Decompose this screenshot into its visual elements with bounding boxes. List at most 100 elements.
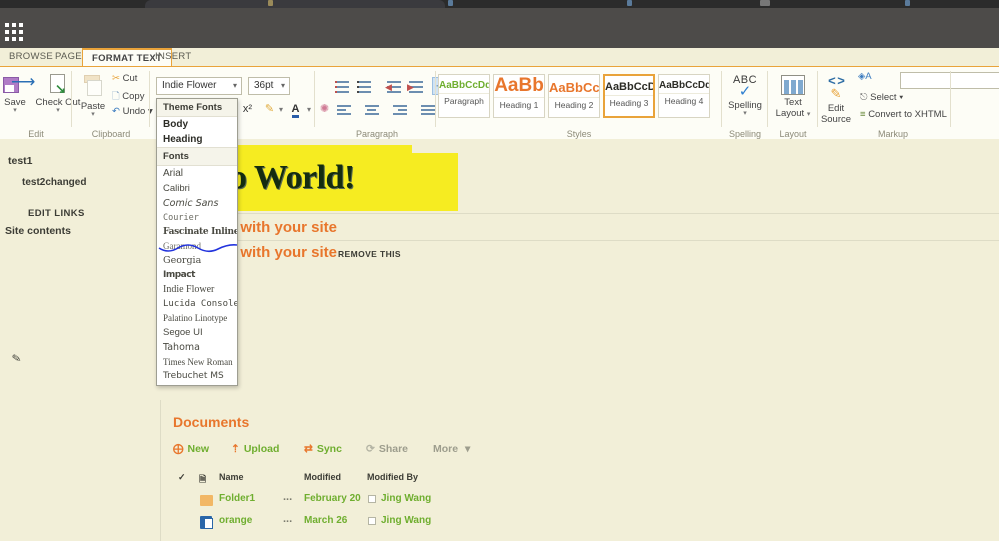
cursor-icon: ⎋ — [860, 92, 868, 103]
upload-arrow-icon: ⇡ — [231, 443, 240, 455]
justify-button[interactable] — [416, 100, 436, 118]
tab-favicon — [268, 0, 273, 6]
font-size-combobox[interactable]: 36pt ▾ — [248, 77, 290, 95]
group-label-styles: Styles — [566, 129, 592, 139]
group-label-layout: Layout — [779, 129, 807, 139]
new-document-button[interactable]: ⨁ New — [173, 443, 209, 455]
font-color-dropdown[interactable]: ▾ — [305, 99, 313, 118]
table-row[interactable]: Folder1 ... February 20 Jing Wang — [161, 491, 999, 514]
waffle-grid-icon[interactable] — [5, 23, 25, 43]
row-ellipsis-menu[interactable]: ... — [283, 513, 292, 525]
font-option-times-new-roman[interactable]: Times New Roman — [157, 355, 237, 369]
table-row[interactable]: orange ... March 26 Jing Wang — [161, 513, 999, 536]
share-button[interactable]: ⟳ Share — [366, 443, 408, 455]
upload-button[interactable]: ⇡ Upload — [231, 443, 279, 455]
font-option-georgia[interactable]: Georgia — [157, 253, 237, 268]
select-all-checkmark[interactable]: ✓ — [178, 472, 186, 483]
sidebar-item-test2changed[interactable]: test2changed — [22, 177, 86, 188]
copy-button[interactable]: 🗋 Copy — [112, 89, 144, 105]
excel-file-icon — [200, 516, 213, 529]
spellcheck-icon: ABC ✓ — [732, 74, 758, 100]
font-family-dropdown-menu[interactable]: Theme Fonts Body Heading Fonts Arial Cal… — [156, 98, 238, 386]
align-center-button[interactable] — [360, 100, 380, 118]
chevron-down-icon[interactable]: ▾ — [899, 92, 903, 103]
superscript-button[interactable]: x² — [238, 99, 257, 118]
browser-tab[interactable] — [145, 0, 445, 8]
group-label-edit: Edit — [28, 129, 44, 139]
chevron-down-icon[interactable]: ▾ — [0, 107, 34, 114]
font-option-comic-sans[interactable]: Comic Sans — [157, 196, 237, 211]
font-option-heading[interactable]: Heading — [157, 132, 237, 147]
font-option-tahoma[interactable]: Tahoma — [157, 340, 237, 355]
style-paragraph[interactable]: AaBbCcDdI Paragraph — [438, 74, 490, 118]
font-color-button[interactable]: A — [286, 99, 305, 118]
bulleted-list-button[interactable] — [332, 77, 352, 95]
sidebar-item-site-contents[interactable]: Site contents — [5, 225, 71, 237]
font-option-fascinate-inline[interactable]: Fascinate Inline — [157, 225, 237, 239]
font-family-combobox[interactable]: Indie Flower ▾ — [156, 77, 242, 95]
cell-name[interactable]: orange — [219, 515, 252, 526]
convert-label: Convert to XHTML — [868, 109, 947, 120]
row-ellipsis-menu[interactable]: ... — [283, 491, 292, 503]
more-button[interactable]: More ▾ — [433, 443, 470, 455]
font-option-segoe-ui[interactable]: Segoe UI — [157, 325, 237, 340]
promo-text-2: l with your site — [232, 244, 338, 261]
cell-name[interactable]: Folder1 — [219, 493, 255, 504]
sharepoint-edit-page: BROWSE PAGE FORMAT TEXT INSERT ⟶ Save ▾ … — [0, 0, 999, 541]
style-heading-2[interactable]: AaBbCc Heading 2 — [548, 74, 600, 118]
font-option-impact[interactable]: Impact — [157, 268, 237, 282]
promo-text-1: l with your site — [232, 219, 338, 236]
chevron-down-icon[interactable]: ▾ — [72, 111, 114, 118]
style-heading-3[interactable]: AaBbCcDd Heading 3 — [603, 74, 655, 118]
tab-insert[interactable]: INSERT — [146, 48, 200, 66]
paste-button[interactable]: Paste ▾ — [72, 75, 114, 118]
column-header-name[interactable]: Name — [219, 472, 244, 482]
cell-modified-by[interactable]: Jing Wang — [381, 515, 431, 526]
chevron-down-icon[interactable]: ▾ — [724, 110, 766, 117]
sync-button[interactable]: ⇄ Sync — [304, 443, 342, 455]
edit-source-button[interactable]: < > ✎ Edit Source — [814, 73, 858, 125]
cell-modified-by[interactable]: Jing Wang — [381, 493, 431, 504]
font-option-palatino-linotype[interactable]: Palatino Linotype — [157, 311, 237, 325]
decrease-indent-button[interactable]: ◀ — [382, 77, 402, 95]
align-right-button[interactable] — [388, 100, 408, 118]
cell-modified: February 20 — [304, 493, 361, 504]
ribbon-body: ⟶ Save ▾ ↘ Check Out ▾ Edit Paste ▾ ✂ Cu… — [0, 66, 999, 139]
chevron-down-icon[interactable]: ▾ — [807, 111, 811, 118]
cut-button[interactable]: ✂ Cut — [112, 73, 137, 84]
highlighter-icon: ✎ — [264, 103, 275, 115]
chevron-down-icon[interactable]: ▾ — [233, 78, 237, 94]
font-option-calibri[interactable]: Calibri — [157, 181, 237, 196]
style-heading-1[interactable]: AaBb Heading 1 — [493, 74, 545, 118]
convert-xhtml-button[interactable]: ≡ Convert to XHTML — [860, 109, 947, 120]
edit-source-icon: < > ✎ — [828, 73, 845, 101]
copy-label: Copy — [122, 91, 145, 102]
font-option-indie-flower[interactable]: Indie Flower — [157, 282, 237, 297]
column-header-modified-by[interactable]: Modified By — [367, 472, 418, 482]
save-button[interactable]: ⟶ Save ▾ — [0, 73, 35, 114]
column-header-modified[interactable]: Modified — [304, 472, 341, 482]
highlight-dropdown[interactable]: ▾ — [277, 99, 285, 118]
select-button[interactable]: ⎋ Select ▾ — [860, 92, 903, 103]
spelling-button[interactable]: ABC ✓ Spelling ▾ — [724, 74, 766, 118]
undo-icon: ↶ — [112, 106, 120, 117]
text-layout-button[interactable]: Text Layout ▾ — [772, 75, 814, 119]
chevron-down-icon[interactable]: ▾ — [281, 78, 285, 94]
sidebar-item-test1[interactable]: test1 — [8, 155, 33, 167]
style-preview: AaBb — [494, 76, 544, 96]
row-checkbox[interactable] — [368, 517, 376, 525]
remove-this-button[interactable]: REMOVE THIS — [338, 249, 401, 259]
font-option-courier[interactable]: Courier — [157, 211, 237, 225]
markup-styles-icon[interactable]: ◈A — [858, 71, 872, 82]
numbered-list-button[interactable] — [354, 77, 374, 95]
row-checkbox[interactable] — [368, 495, 376, 503]
font-option-arial[interactable]: Arial — [157, 166, 237, 181]
edit-links-button[interactable]: EDIT LINKS — [28, 208, 85, 219]
font-option-trebuchet-ms[interactable]: Trebuchet MS — [157, 369, 237, 383]
align-left-button[interactable] — [332, 100, 352, 118]
font-option-lucida-console[interactable]: Lucida Console — [157, 297, 237, 311]
style-heading-4[interactable]: AaBbCcDdI Heading 4 — [658, 74, 710, 118]
undo-button[interactable]: ↶ Undo ▾ — [112, 106, 153, 117]
increase-indent-button[interactable]: ▶ — [404, 77, 424, 95]
font-option-body[interactable]: Body — [157, 117, 237, 132]
